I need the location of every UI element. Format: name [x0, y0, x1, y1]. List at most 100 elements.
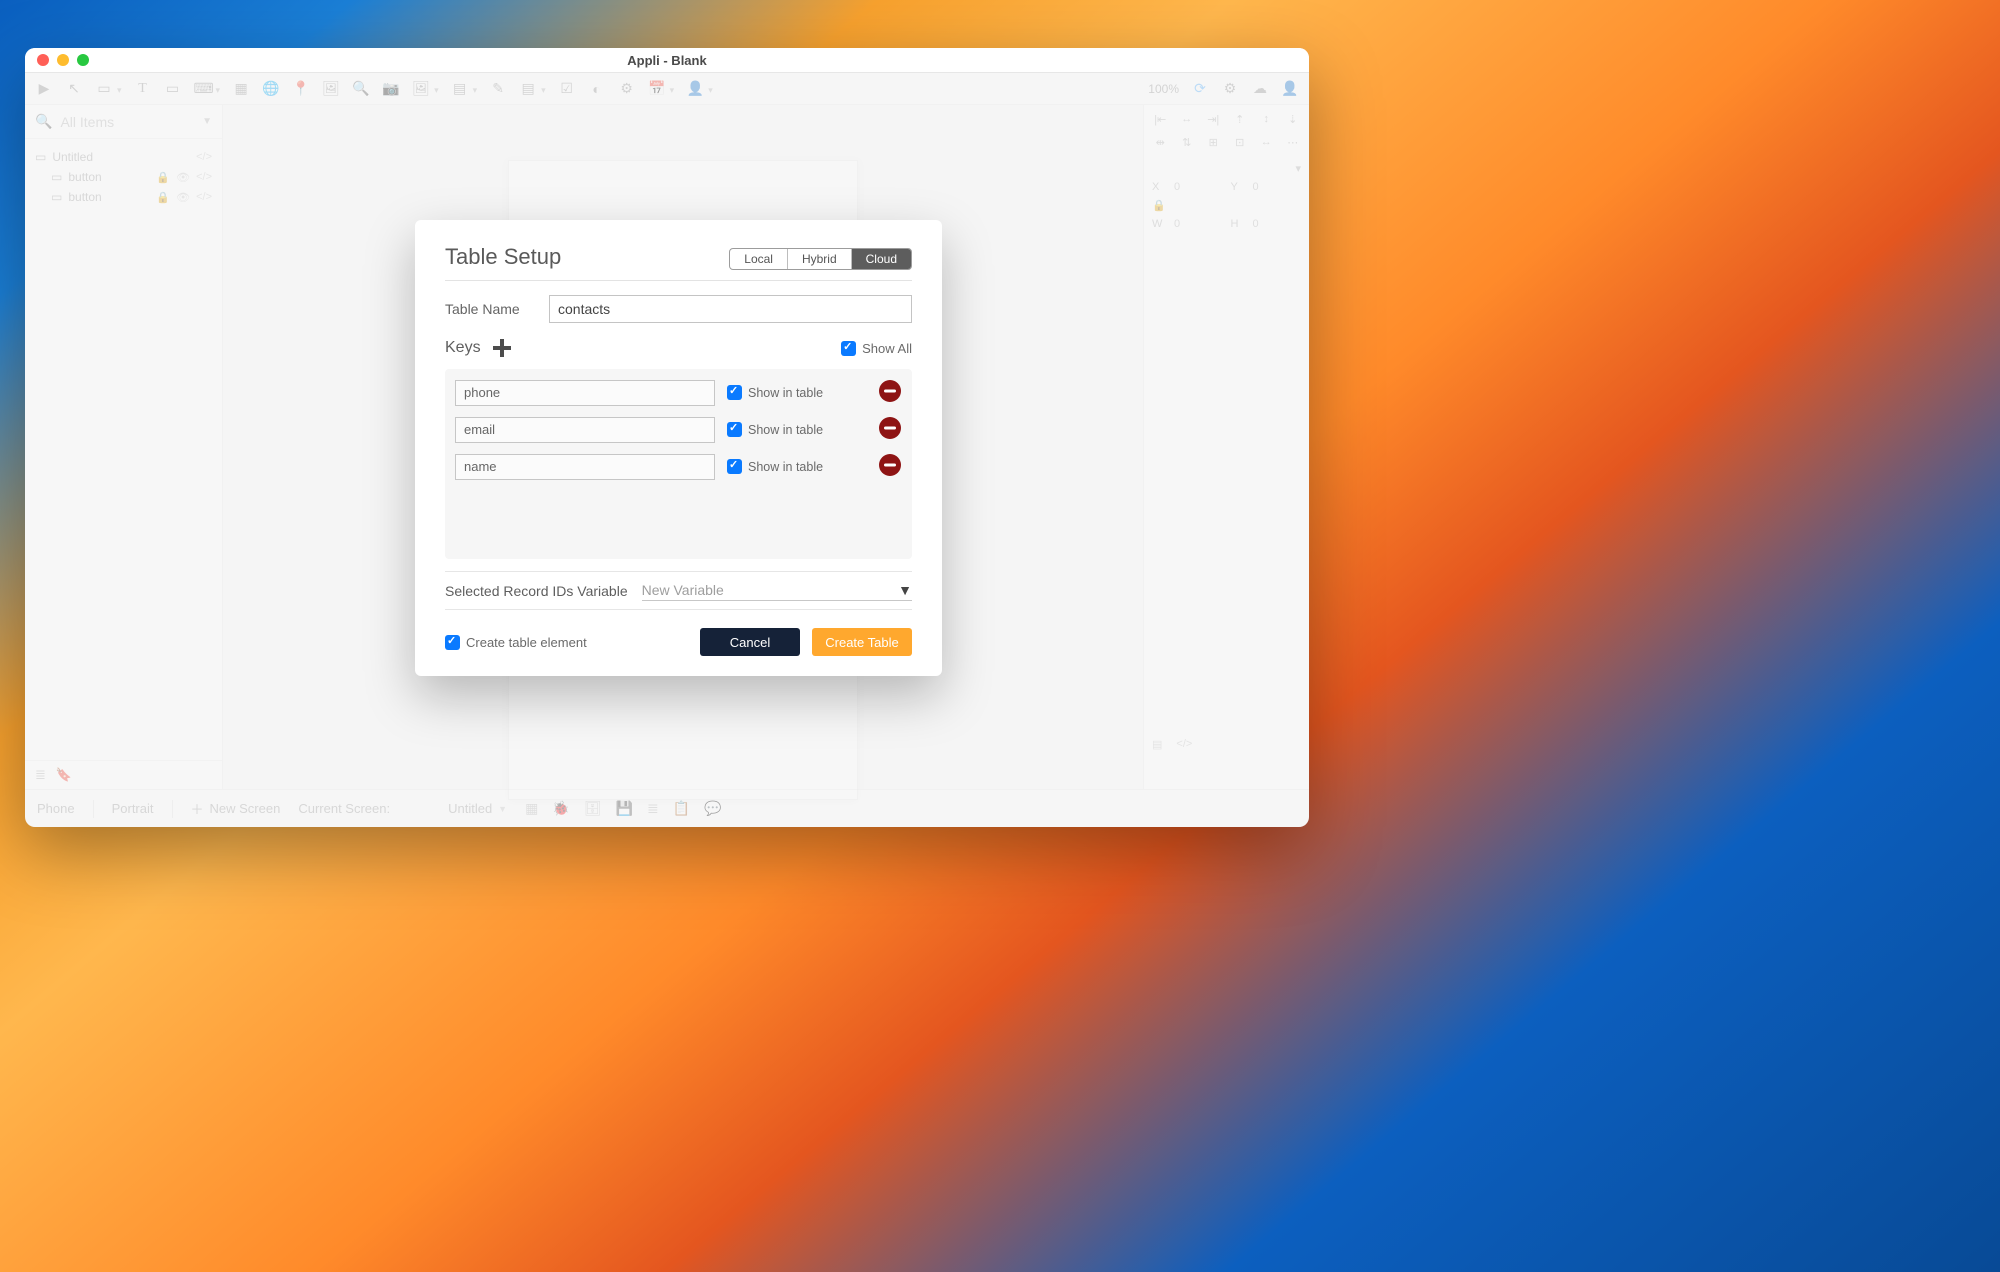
list-tool-icon[interactable]: ▤ [451, 80, 469, 97]
code-icon[interactable]: </> [196, 191, 212, 204]
account-icon[interactable]: 👤 [1281, 80, 1299, 97]
align-right-icon[interactable]: ⇥| [1205, 113, 1221, 126]
zoom-level[interactable]: 100% [1148, 82, 1179, 96]
text-tool-icon[interactable]: T [134, 81, 152, 97]
align-left-icon[interactable]: |⇤ [1152, 113, 1168, 126]
pin-icon[interactable]: 📍 [292, 80, 310, 97]
y-value[interactable]: 0 [1253, 181, 1302, 193]
tree-item[interactable]: ▭ button 🔒 👁 </> [31, 167, 216, 187]
layers-icon[interactable]: ▤ [1152, 738, 1162, 751]
visibility-icon[interactable]: 👁 [176, 171, 190, 184]
checkbox-tool-icon[interactable]: ☑ [558, 80, 576, 97]
sliders-icon[interactable]: ⚙ [618, 80, 636, 97]
stretch-icon[interactable]: ↔ [1258, 136, 1274, 149]
search-tool-icon[interactable]: 🔍 [352, 80, 370, 97]
more-align-icon[interactable]: ⋯ [1285, 136, 1301, 149]
form-tool-icon[interactable]: ▤ [519, 80, 537, 97]
fit-icon[interactable]: ⊡ [1232, 136, 1248, 149]
camera-tool-icon[interactable]: 📷 [382, 80, 400, 97]
lock-icon[interactable]: 🔒 [156, 171, 170, 184]
media-tool-icon[interactable]: 🖼 [412, 80, 430, 97]
pointer-icon[interactable]: ↖ [65, 80, 83, 97]
storage-mode-segmented: Local Hybrid Cloud [729, 248, 912, 270]
list-icon[interactable]: ≣ [647, 800, 659, 817]
code-panel-icon[interactable]: </> [1176, 738, 1192, 751]
button-tool-icon[interactable]: ▭ [164, 80, 182, 97]
list-view-icon[interactable]: ≣ [35, 767, 46, 783]
align-bottom-icon[interactable]: ⇣ [1285, 113, 1301, 126]
edit-tool-icon[interactable]: ✎ [489, 80, 507, 97]
visibility-icon[interactable]: 👁 [176, 191, 190, 204]
play-icon[interactable]: ▶ [35, 80, 53, 97]
key-name-input[interactable] [455, 380, 715, 406]
h-value[interactable]: 0 [1253, 218, 1302, 230]
debug-icon[interactable]: 🐞 [552, 800, 569, 817]
align-top-icon[interactable]: ⇡ [1232, 113, 1248, 126]
cloud-icon[interactable]: ☁ [1251, 80, 1269, 97]
create-table-button[interactable]: Create Table [812, 628, 912, 656]
table-name-input[interactable] [549, 295, 912, 323]
main-toolbar: ▶ ↖ ▭ T ▭ ⌨ ▦ 🌐 📍 🖼 🔍 📷 🖼 ▤ ✎ ▤ ☑ ◐ ⚙ 📅 … [25, 73, 1309, 105]
tree-root[interactable]: ▭ Untitled </> [31, 147, 216, 167]
inspector-caret-icon[interactable]: ▾ [1295, 162, 1301, 175]
settings-icon[interactable]: ⚙ [1221, 80, 1239, 97]
align-center-v-icon[interactable]: ↕ [1258, 113, 1274, 126]
segment-local[interactable]: Local [730, 249, 788, 269]
distribute-h-icon[interactable]: ⇹ [1152, 136, 1168, 149]
toggle-tool-icon[interactable]: ◐ [588, 81, 606, 97]
bookmark-icon[interactable]: 🔖 [56, 767, 72, 783]
show-in-table-label: Show in table [748, 460, 823, 474]
h-label: H [1231, 218, 1245, 230]
x-value[interactable]: 0 [1174, 181, 1223, 193]
image-tool-icon[interactable]: 🖼 [322, 80, 340, 97]
key-name-input[interactable] [455, 454, 715, 480]
show-all-checkbox[interactable] [841, 341, 856, 356]
user-tool-icon[interactable]: 👤 [686, 80, 704, 97]
remove-key-button[interactable] [878, 453, 902, 480]
table-tool-icon[interactable]: ▦ [232, 80, 250, 97]
grid-icon[interactable]: ▦ [525, 800, 538, 817]
chevron-down-icon: ▼ [898, 582, 912, 598]
clipboard-icon[interactable]: 📋 [673, 800, 690, 817]
w-value[interactable]: 0 [1174, 218, 1223, 230]
sync-status-icon[interactable]: ⟳ [1191, 80, 1209, 97]
variable-label: Selected Record IDs Variable [445, 583, 628, 599]
add-key-button[interactable] [491, 337, 513, 359]
current-screen-selector[interactable]: Untitled ▼ [448, 801, 507, 816]
show-in-table-checkbox[interactable] [727, 422, 742, 437]
code-icon[interactable]: </> [196, 151, 212, 163]
calendar-tool-icon[interactable]: 📅 [648, 80, 666, 97]
storage-icon[interactable]: 💾 [616, 800, 633, 817]
search-dropdown-caret-icon[interactable]: ▼ [202, 116, 212, 127]
cancel-button[interactable]: Cancel [700, 628, 800, 656]
remove-key-button[interactable] [878, 379, 902, 406]
rectangle-tool-icon[interactable]: ▭ [95, 80, 113, 97]
current-screen-label: Current Screen: [298, 801, 390, 816]
new-screen-button[interactable]: ＋ New Screen [191, 799, 281, 818]
align-center-h-icon[interactable]: ↔ [1179, 113, 1195, 126]
variable-select[interactable]: New Variable ▼ [642, 580, 912, 601]
code-icon[interactable]: </> [196, 171, 212, 184]
segment-cloud[interactable]: Cloud [852, 249, 911, 269]
segment-hybrid[interactable]: Hybrid [788, 249, 852, 269]
chat-icon[interactable]: 💬 [704, 800, 721, 817]
show-in-table-checkbox[interactable] [727, 459, 742, 474]
distribute-v-icon[interactable]: ⇅ [1179, 136, 1195, 149]
lock-aspect-icon[interactable]: 🔒 [1152, 199, 1166, 212]
spread-icon[interactable]: ⊞ [1205, 136, 1221, 149]
search-placeholder: All Items [60, 114, 114, 130]
globe-icon[interactable]: 🌐 [262, 80, 280, 97]
element-search[interactable]: 🔍 All Items ▼ [25, 105, 222, 139]
lock-icon[interactable]: 🔒 [156, 191, 170, 204]
database-icon[interactable]: 🗄 [584, 800, 602, 817]
key-name-input[interactable] [455, 417, 715, 443]
show-in-table-checkbox[interactable] [727, 385, 742, 400]
create-element-checkbox[interactable] [445, 635, 460, 650]
orientation-selector[interactable]: Portrait [112, 801, 154, 816]
device-selector[interactable]: Phone [37, 801, 75, 816]
tree-item[interactable]: ▭ button 🔒 👁 </> [31, 187, 216, 207]
w-label: W [1152, 218, 1166, 230]
remove-key-button[interactable] [878, 416, 902, 443]
left-sidebar: 🔍 All Items ▼ ▭ Untitled </> ▭ button 🔒 … [25, 105, 223, 789]
input-tool-icon[interactable]: ⌨ [194, 80, 212, 97]
